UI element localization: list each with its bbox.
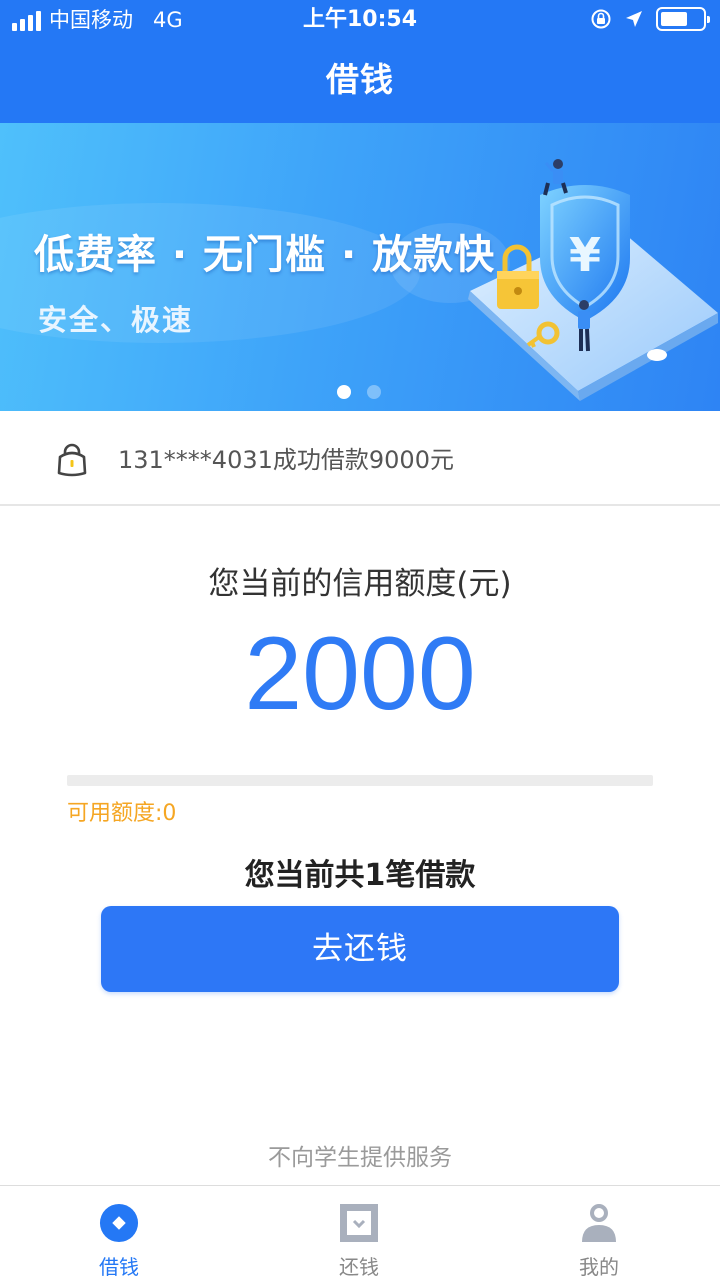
available-credit: 可用额度:0	[67, 801, 177, 826]
battery-icon	[656, 7, 710, 31]
carousel-dot-1[interactable]	[337, 385, 351, 399]
borrow-icon	[99, 1202, 139, 1244]
credit-limit-amount: 2000	[244, 616, 476, 732]
repay-button[interactable]: 去还钱	[101, 906, 619, 992]
page-title: 借钱	[326, 60, 394, 99]
tab-borrow-label: 借钱	[99, 1255, 139, 1279]
tab-borrow[interactable]: 借钱	[59, 1186, 179, 1280]
banner-subline: 安全、极速	[38, 303, 194, 337]
bottom-tab-bar: 借钱 还钱 我的	[0, 1185, 720, 1280]
status-bar: 中国移动 4G 上午10:54	[0, 0, 720, 40]
credit-limit-label: 您当前的信用额度(元)	[208, 566, 512, 602]
promo-banner[interactable]: ¥ 低费率 · 无门槛 · 放款快 安全、极速	[0, 123, 720, 411]
status-right	[590, 7, 710, 31]
tab-profile-label: 我的	[579, 1255, 619, 1279]
footer-note: 不向学生提供服务	[268, 1145, 452, 1171]
loan-notice-bar: 131****4031成功借款9000元	[0, 411, 720, 506]
location-arrow-icon	[626, 11, 642, 27]
tab-repay-label: 还钱	[339, 1255, 379, 1279]
notice-text: 131****4031成功借款9000元	[118, 446, 454, 474]
repay-icon	[339, 1202, 379, 1244]
carousel-dot-2[interactable]	[367, 385, 381, 399]
profile-icon	[579, 1202, 619, 1244]
top-bar: 中国移动 4G 上午10:54 借钱	[0, 0, 720, 123]
lock-icon	[57, 443, 87, 477]
rotation-lock-icon	[591, 9, 611, 29]
credit-usage-bar	[67, 775, 653, 786]
tab-profile[interactable]: 我的	[539, 1186, 659, 1280]
carousel-indicator[interactable]	[337, 385, 381, 399]
tab-repay[interactable]: 还钱	[299, 1186, 419, 1280]
banner-currency-symbol: ¥	[569, 228, 601, 282]
banner-headline: 低费率 · 无门槛 · 放款快	[34, 232, 496, 278]
loan-count-text: 您当前共1笔借款	[244, 858, 476, 893]
